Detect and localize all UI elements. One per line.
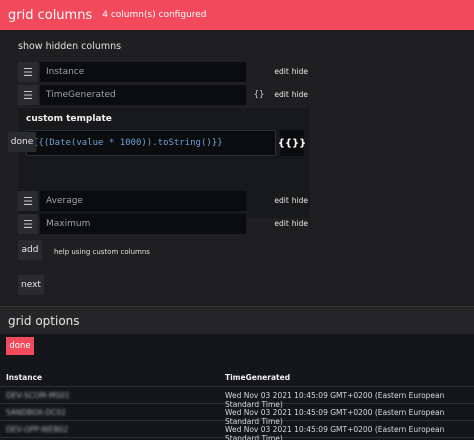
grid-columns-header: grid columns 4 column(s) configured <box>0 0 474 30</box>
add-column-button[interactable]: add <box>18 240 42 260</box>
template-braces-icon[interactable]: {} <box>250 85 268 105</box>
column-actions: edit hide <box>271 214 308 234</box>
hide-button[interactable]: hide <box>292 90 308 99</box>
template-done-button[interactable]: done <box>8 132 36 152</box>
table-row: SANDBOX-DC02 Wed Nov 03 2021 10:45:09 GM… <box>0 404 474 426</box>
section-title: grid columns <box>8 7 93 23</box>
hide-button[interactable]: hide <box>292 219 308 228</box>
column-row-maximum: ☰ Maximum edit hide <box>18 214 310 234</box>
help-custom-columns-link[interactable]: help using custom columns <box>54 248 150 256</box>
column-actions: edit hide <box>271 62 308 82</box>
grid-options-title: grid options <box>8 313 80 328</box>
hide-button[interactable]: hide <box>292 196 308 205</box>
preview-table: Instance TimeGenerated DEV-SCOM-MS01 Wed… <box>0 367 474 440</box>
show-hidden-columns-link[interactable]: show hidden columns <box>18 41 121 52</box>
edit-button[interactable]: edit <box>274 219 288 228</box>
edit-button[interactable]: edit <box>274 67 288 76</box>
column-row-instance: ☰ Instance edit hide <box>18 62 310 82</box>
column-name-input[interactable]: Instance <box>40 62 246 82</box>
table-row: DEV-OPP-WEB02 Wed Nov 03 2021 10:45:09 G… <box>0 421 474 440</box>
grid-columns-panel: show hidden columns ☰ Instance edit hide … <box>0 30 474 306</box>
column-name-input[interactable]: Average <box>40 191 246 211</box>
column-actions: edit hide <box>271 191 308 211</box>
grid-options-done-button[interactable]: done <box>6 337 34 355</box>
next-button[interactable]: next <box>18 275 44 295</box>
column-row-average: ☰ Average edit hide <box>18 191 310 211</box>
timegenerated-cell: Wed Nov 03 2021 10:45:09 GMT+0200 (Easte… <box>225 425 445 440</box>
grid-options-header[interactable]: grid options <box>0 306 474 334</box>
column-row-timegenerated: ☰ TimeGenerated {} edit hide <box>18 85 310 105</box>
hide-button[interactable]: hide <box>292 67 308 76</box>
custom-template-title: custom template <box>26 114 112 124</box>
column-name-input[interactable]: Maximum <box>40 214 246 234</box>
drag-handle-icon[interactable]: ☰ <box>18 85 38 105</box>
table-header: Instance TimeGenerated <box>0 367 474 387</box>
columns-configured-count: 4 column(s) configured <box>102 10 207 20</box>
drag-handle-icon[interactable]: ☰ <box>18 214 38 234</box>
column-header-timegenerated[interactable]: TimeGenerated <box>225 373 290 382</box>
insert-braces-button[interactable]: {{}} <box>278 130 306 156</box>
table-row: DEV-SCOM-MS01 Wed Nov 03 2021 10:45:09 G… <box>0 387 474 409</box>
instance-cell: SANDBOX-DC02 <box>6 408 66 417</box>
column-header-instance[interactable]: Instance <box>6 373 42 382</box>
column-actions: edit hide <box>271 85 308 105</box>
edit-button[interactable]: edit <box>274 196 288 205</box>
column-name-input[interactable]: TimeGenerated <box>40 85 246 105</box>
instance-cell: DEV-OPP-WEB02 <box>6 425 69 434</box>
template-code-input[interactable]: {{(Date(value * 1000)).toString()}} <box>26 130 276 156</box>
drag-handle-icon[interactable]: ☰ <box>18 191 38 211</box>
drag-handle-icon[interactable]: ☰ <box>18 62 38 82</box>
edit-button[interactable]: edit <box>274 90 288 99</box>
instance-cell: DEV-SCOM-MS01 <box>6 391 70 400</box>
